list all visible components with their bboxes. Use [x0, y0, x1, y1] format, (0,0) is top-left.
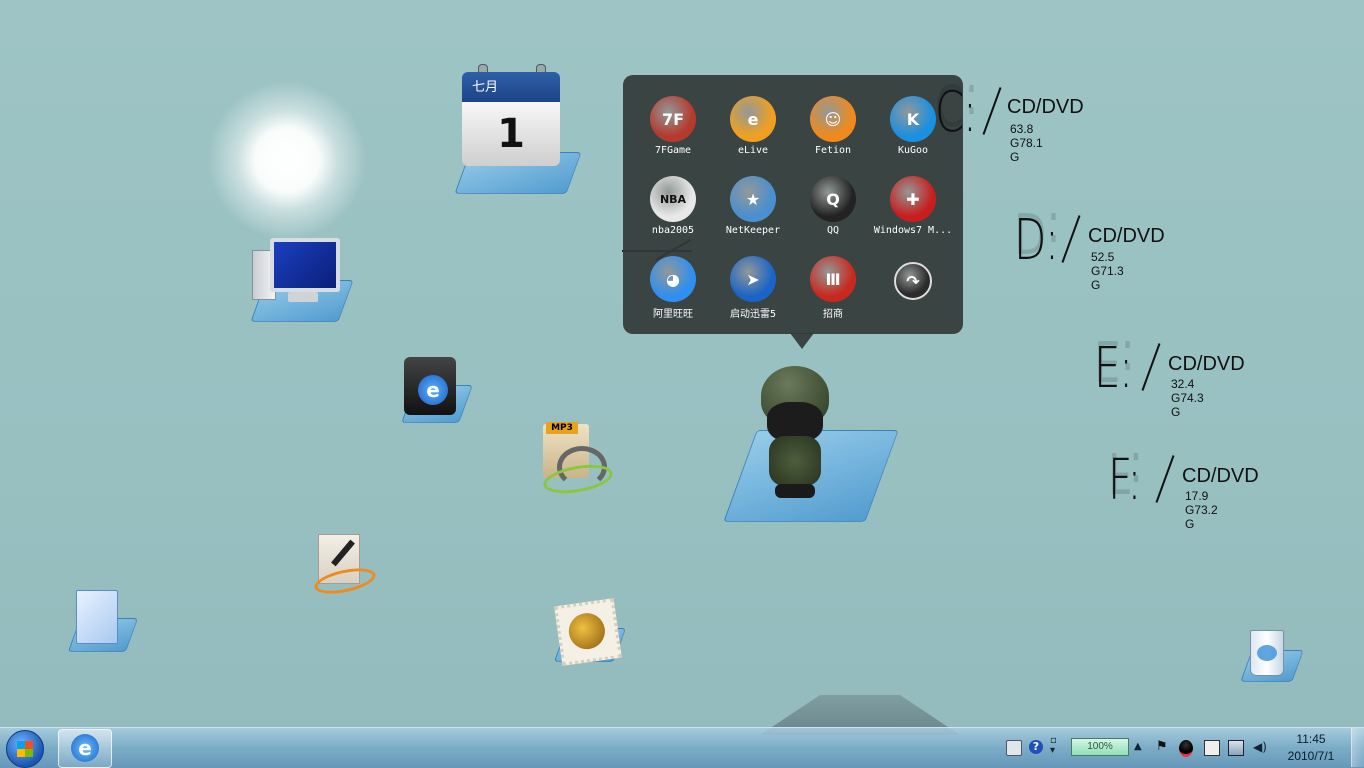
tray-expand-icon[interactable]: ▲ — [1134, 740, 1148, 754]
calendar-widget[interactable]: 七月 1 — [462, 64, 560, 170]
share-arrow-icon: ↷ — [894, 262, 932, 300]
recycle-bin-icon[interactable] — [1250, 630, 1284, 676]
monitor — [270, 238, 340, 292]
drive-slash — [982, 87, 1002, 135]
nba-icon: NBA — [650, 176, 696, 222]
launcher-app-label: 招商 — [823, 309, 843, 320]
launcher-app-label: 7FGame — [654, 145, 692, 156]
drive-type: CD/DVD — [1007, 96, 1084, 118]
battery-meter[interactable]: 100% — [1071, 738, 1129, 756]
help-icon[interactable]: ? — [1029, 740, 1043, 754]
keyboard-icon[interactable] — [1006, 740, 1022, 756]
qq-penguin-icon: Q — [810, 176, 856, 222]
drive-slash — [1141, 343, 1161, 391]
launcher-app[interactable]: 7F 7FGame — [633, 86, 713, 158]
7fgame-icon: 7F — [650, 96, 696, 142]
launcher-app[interactable]: Ⅲ 招商 — [793, 246, 873, 320]
launcher-app[interactable]: ↷ — [873, 246, 953, 318]
soldier-mascot-icon[interactable] — [755, 366, 835, 502]
drive-size: 32.4 G74.3 G — [1171, 377, 1204, 419]
launcher-app[interactable]: ★ NetKeeper — [713, 166, 793, 238]
kugoo-icon: K — [890, 96, 936, 142]
action-center-flag-icon[interactable]: ⚑ — [1156, 740, 1170, 754]
drive-letter-reflection: D: — [1014, 199, 1061, 264]
qq-tray-icon[interactable] — [1179, 740, 1193, 757]
windows-logo-icon — [17, 741, 33, 757]
thunder-icon: ➤ — [730, 256, 776, 302]
launcher-app-label: 启动迅雷5 — [729, 309, 777, 320]
drive-size: 52.5 G71.3 G — [1091, 250, 1124, 292]
calendar-day: 1 — [462, 102, 560, 166]
volume-icon[interactable]: ◀) — [1253, 740, 1267, 754]
mp3-icon[interactable]: MP3 — [541, 420, 615, 498]
taskbar-clock[interactable]: 11:45 2010/7/1 — [1280, 731, 1342, 765]
sun-widget — [207, 80, 367, 240]
drive-type: CD/DVD — [1088, 225, 1165, 247]
show-desktop-button[interactable] — [1351, 728, 1364, 767]
launcher-app[interactable]: ➤ 启动迅雷5 — [713, 246, 793, 320]
swiss-knife-icon: ✚ — [890, 176, 936, 222]
clock-time: 11:45 — [1296, 732, 1326, 746]
launcher-app[interactable]: ◕ 阿里旺旺 — [633, 246, 713, 320]
taskbar-ie-button[interactable]: e — [58, 729, 112, 768]
drive-slash — [1061, 215, 1081, 263]
drive-size: 63.8 G78.1 G — [1010, 122, 1043, 164]
fetion-icon: ☺ — [810, 96, 856, 142]
drive-letter-reflection: C: — [935, 71, 979, 136]
mp3-label: MP3 — [546, 422, 578, 434]
ie-icon: e — [71, 734, 99, 762]
launcher-app-label: 阿里旺旺 — [653, 309, 693, 320]
netkeeper-icon: ★ — [730, 176, 776, 222]
internet-explorer-icon[interactable]: e — [404, 357, 456, 415]
launcher-app-label: QQ — [826, 225, 840, 236]
clock-date: 2010/7/1 — [1287, 749, 1335, 763]
launcher-app-label: Fetion — [814, 145, 852, 156]
drive-size: 17.9 G73.2 G — [1185, 489, 1218, 531]
launcher-app[interactable]: ☺ Fetion — [793, 86, 873, 158]
notepad-icon[interactable] — [312, 532, 378, 599]
calendar-month: 七月 — [462, 72, 560, 102]
launcher-app-label: nba2005 — [651, 225, 695, 236]
aliwangwang-icon: ◕ — [650, 256, 696, 302]
monitor-stand — [288, 292, 318, 302]
start-button[interactable] — [6, 730, 44, 768]
launcher-app[interactable]: NBA nba2005 — [633, 166, 713, 238]
stamp-mail-icon[interactable] — [554, 598, 622, 666]
launcher-app[interactable]: Q QQ — [793, 166, 873, 238]
launcher-app-label: Windows7 M... — [873, 225, 953, 236]
clipboard-icon[interactable] — [1204, 740, 1220, 756]
drive-type: CD/DVD — [1182, 465, 1259, 487]
cmb-icon: Ⅲ — [810, 256, 856, 302]
document-icon[interactable] — [76, 590, 118, 644]
launcher-app[interactable]: ✚ Windows7 M... — [873, 166, 953, 238]
drive-letter-reflection: E: — [1094, 327, 1135, 392]
launcher-app-label: NetKeeper — [725, 225, 781, 236]
launcher-app-label: KuGoo — [897, 145, 929, 156]
drive-slash — [1155, 455, 1175, 503]
restore-down-icon[interactable]: ▫ ▾ — [1050, 736, 1064, 756]
drive-type: CD/DVD — [1168, 353, 1245, 375]
popup-arrow — [790, 333, 814, 349]
drive-letter-reflection: F: — [1108, 439, 1144, 504]
elive-icon: e — [730, 96, 776, 142]
network-icon[interactable] — [1228, 740, 1244, 756]
launcher-app-label: eLive — [737, 145, 769, 156]
launcher-app[interactable]: e eLive — [713, 86, 793, 158]
